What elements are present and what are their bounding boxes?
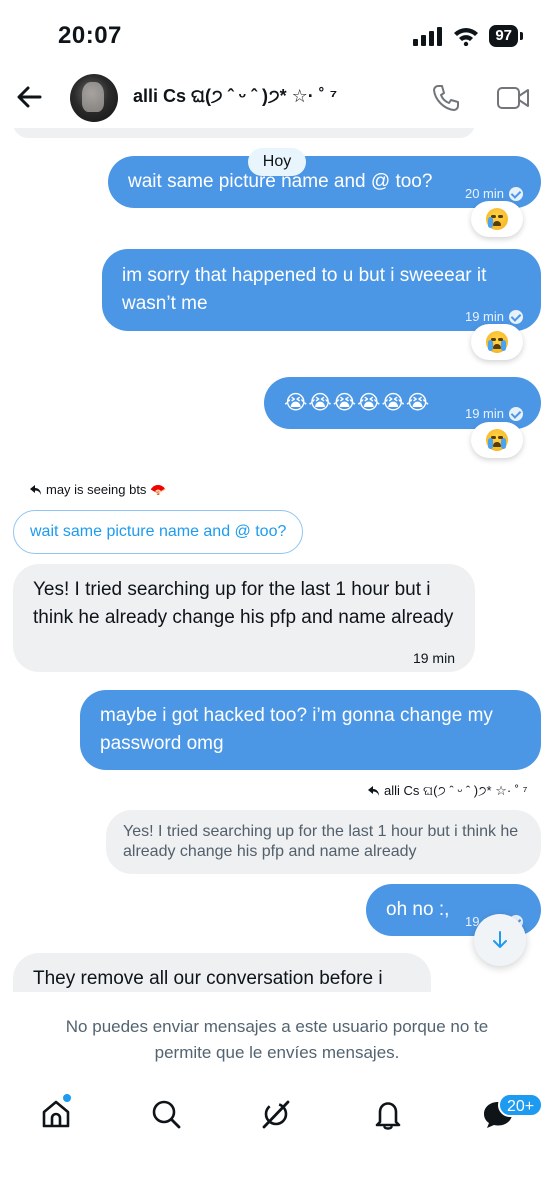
cannot-message-notice: No puedes enviar mensajes a este usuario… — [0, 992, 554, 1072]
reaction-badge[interactable] — [471, 324, 523, 360]
messages-badge: 20+ — [498, 1093, 544, 1117]
reaction-badge[interactable] — [471, 422, 523, 458]
read-check-icon — [509, 187, 523, 201]
reaction-badge[interactable] — [471, 201, 523, 237]
reply-arrow-icon — [30, 485, 41, 495]
status-bar: 20:07 97 — [0, 0, 554, 72]
reply-arrow-icon — [368, 786, 379, 796]
message-text: 😭😭😭😭😭😭 — [284, 392, 431, 414]
status-time: 20:07 — [58, 22, 122, 49]
home-icon — [42, 1100, 70, 1128]
reply-label: may is seeing bts 🪭 — [30, 482, 166, 498]
loudly-crying-face-icon — [486, 331, 508, 353]
home-indicator — [0, 1180, 554, 1199]
quoted-message[interactable]: wait same picture name and @ too? — [13, 510, 303, 554]
reply-label: alli Cs ଘ(੭ ˆ ᵕ ˆ )੭* ☆· ˚ ⁷ — [368, 783, 527, 799]
date-chip: Hoy — [248, 148, 306, 176]
wifi-icon — [454, 28, 479, 46]
avatar[interactable] — [70, 74, 118, 122]
scroll-to-bottom-button[interactable] — [474, 914, 526, 966]
notifications-icon — [375, 1102, 401, 1130]
message-bubble[interactable]: They remove all our conversation before … — [13, 953, 431, 992]
contact-name[interactable]: alli Cs ଘ(੭ ˆ ᵕ ˆ )੭* ☆· ˚ ⁷ — [133, 86, 337, 107]
battery-icon: 97 — [489, 25, 523, 47]
phone-icon[interactable] — [430, 82, 462, 114]
grok-icon — [262, 1100, 290, 1129]
message-bubble[interactable]: im sorry that happened to u but i sweeea… — [102, 249, 541, 331]
status-icons: 97 — [413, 25, 523, 47]
message-bubble[interactable]: Yes! I tried searching up for the last 1… — [13, 564, 475, 672]
message-bubble[interactable]: maybe i got hacked too? i’m gonna change… — [80, 690, 541, 770]
message-bubble[interactable]: wait same picture name and @ too? 20 min — [108, 156, 541, 208]
unread-dot — [63, 1094, 71, 1102]
cellular-signal-icon — [413, 27, 443, 46]
tab-notifications[interactable] — [368, 1094, 408, 1134]
message-text: They remove all our conversation before … — [33, 968, 383, 989]
conversation-header: alli Cs ଘ(੭ ˆ ᵕ ˆ )੭* ☆· ˚ ⁷ — [0, 72, 554, 128]
tab-grok[interactable] — [256, 1094, 296, 1134]
tab-search[interactable] — [146, 1094, 186, 1134]
search-icon — [152, 1100, 181, 1129]
previous-message-bubble — [13, 128, 475, 138]
back-arrow-icon[interactable] — [14, 82, 44, 112]
bottom-tab-bar — [0, 1072, 554, 1162]
read-check-icon — [509, 407, 523, 421]
message-thread[interactable]: wait same picture name and @ too? 20 min… — [0, 128, 554, 992]
quoted-message[interactable]: Yes! I tried searching up for the last 1… — [106, 810, 541, 874]
video-camera-icon[interactable] — [496, 84, 530, 112]
crying-face-icon — [486, 208, 508, 230]
read-check-icon — [509, 310, 523, 324]
message-text: Yes! I tried searching up for the last 1… — [33, 579, 454, 628]
message-time: 19 min — [412, 650, 455, 666]
arrow-down-icon — [493, 931, 507, 948]
message-text: oh no :, — [386, 899, 450, 920]
message-text: maybe i got hacked too? i’m gonna change… — [100, 705, 493, 754]
loudly-crying-face-icon — [486, 429, 508, 451]
